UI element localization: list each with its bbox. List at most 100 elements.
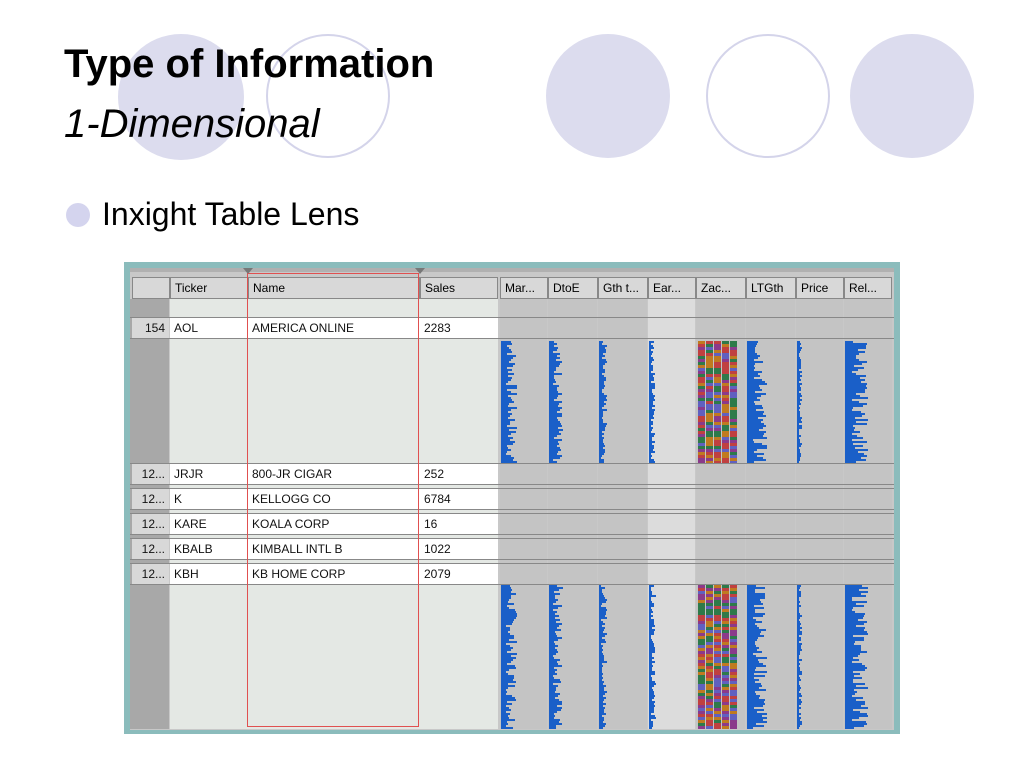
lens-bar — [649, 409, 655, 411]
lens-bar — [797, 387, 801, 389]
lens-bar — [797, 703, 801, 705]
lens-bar — [599, 707, 605, 709]
lens-bar — [501, 639, 509, 641]
zacks-stripe — [706, 392, 713, 395]
lens-bar — [549, 703, 562, 705]
name-cell[interactable]: KELLOGG CO — [248, 489, 420, 509]
ticker-cell[interactable]: K — [170, 489, 248, 509]
table-row[interactable]: 154 AOL AMERICA ONLINE 2283 — [130, 317, 894, 339]
lens-bar — [797, 603, 799, 605]
ticker-cell[interactable]: KBH — [170, 564, 248, 584]
column-resize-handle-top[interactable] — [415, 268, 425, 274]
zacks-stripe — [722, 350, 729, 353]
lens-bar — [501, 455, 511, 457]
lens-bar — [599, 687, 604, 689]
lens-bar — [747, 391, 755, 393]
zacks-stripe — [722, 446, 729, 449]
ticker-cell[interactable]: JRJR — [170, 464, 248, 484]
zacks-stripe — [722, 395, 729, 398]
lens-bar — [501, 373, 514, 375]
table-row[interactable]: 12... KBH KB HOME CORP 2079 — [130, 563, 894, 585]
zacks-stripe — [730, 428, 737, 431]
zacks-stripe — [698, 651, 705, 654]
table-row[interactable]: 12... K KELLOGG CO 6784 — [130, 488, 894, 510]
name-cell[interactable]: KIMBALL INTL B — [248, 539, 420, 559]
lens-bar — [501, 685, 515, 687]
lens-bar — [797, 401, 800, 403]
zacks-stripe — [730, 356, 737, 359]
lens-bar — [845, 613, 865, 615]
zacks-stripe — [722, 693, 729, 696]
zacks-stripe — [698, 639, 705, 642]
zacks-stripe — [730, 410, 737, 413]
zacks-stripe — [722, 365, 729, 368]
zacks-stripe — [714, 588, 721, 591]
lens-bar — [797, 405, 799, 407]
lens-bar — [649, 669, 652, 671]
zacks-stripe — [730, 621, 737, 624]
lens-bar — [797, 413, 800, 415]
lens-bar — [549, 619, 560, 621]
name-cell[interactable]: KOALA CORP — [248, 514, 420, 534]
lens-bar — [845, 689, 854, 691]
lens-bar — [501, 609, 515, 611]
lens-bar — [747, 375, 760, 377]
ticker-cell[interactable]: AOL — [170, 318, 248, 338]
sales-cell[interactable]: 1022 — [420, 539, 498, 559]
lens-bar — [549, 427, 558, 429]
lens-bar — [747, 415, 766, 417]
lens-bar — [501, 651, 507, 653]
lens-bar — [501, 369, 512, 371]
zacks-stripe — [706, 648, 713, 651]
lens-bar — [649, 417, 654, 419]
zacks-stripe — [722, 615, 729, 618]
zacks-stripe — [706, 455, 713, 458]
lens-bar — [549, 647, 555, 649]
lens-bar — [501, 681, 516, 683]
lens-bar — [747, 413, 763, 415]
sales-cell[interactable]: 2079 — [420, 564, 498, 584]
lens-bar — [845, 453, 864, 455]
zacks-stripe — [698, 446, 705, 449]
lens-bar — [797, 657, 799, 659]
lens-bar — [501, 615, 517, 617]
name-cell[interactable]: AMERICA ONLINE — [248, 318, 420, 338]
sales-cell[interactable]: 252 — [420, 464, 498, 484]
table-row[interactable]: 12... JRJR 800-JR CIGAR 252 — [130, 463, 894, 485]
zacks-stripe — [706, 398, 713, 401]
lens-bar — [599, 601, 606, 603]
lens-bar — [797, 627, 802, 629]
lens-bar — [501, 641, 517, 643]
zacks-stripe — [706, 609, 713, 612]
sales-cell[interactable]: 6784 — [420, 489, 498, 509]
lens-bar — [747, 657, 767, 659]
sales-cell[interactable]: 16 — [420, 514, 498, 534]
name-cell[interactable]: 800-JR CIGAR — [248, 464, 420, 484]
zacks-stripe — [722, 356, 729, 359]
lens-bar — [845, 629, 864, 631]
lens-bar — [599, 349, 606, 351]
lens-bar — [747, 361, 763, 363]
ticker-cell[interactable]: KARE — [170, 514, 248, 534]
lens-bar — [845, 677, 862, 679]
sales-cell[interactable]: 2283 — [420, 318, 498, 338]
lens-bar — [747, 601, 761, 603]
column-resize-handle-top[interactable] — [243, 268, 253, 274]
lens-bar — [747, 635, 764, 637]
zacks-stripe — [714, 687, 721, 690]
zacks-stripe — [714, 380, 721, 383]
lens-bar — [599, 421, 603, 423]
lens-bar — [599, 703, 606, 705]
lens-bar — [845, 711, 860, 713]
lens-bar — [549, 637, 562, 639]
table-row[interactable]: 12... KBALB KIMBALL INTL B 1022 — [130, 538, 894, 560]
name-cell[interactable]: KB HOME CORP — [248, 564, 420, 584]
table-row[interactable]: 12... KARE KOALA CORP 16 — [130, 513, 894, 535]
zacks-stripe — [714, 359, 721, 362]
lens-bar — [845, 391, 865, 393]
lens-bar — [501, 381, 508, 383]
zacks-stripe — [722, 416, 729, 419]
zacks-stripe — [706, 597, 713, 600]
ticker-cell[interactable]: KBALB — [170, 539, 248, 559]
lens-bar — [747, 599, 760, 601]
